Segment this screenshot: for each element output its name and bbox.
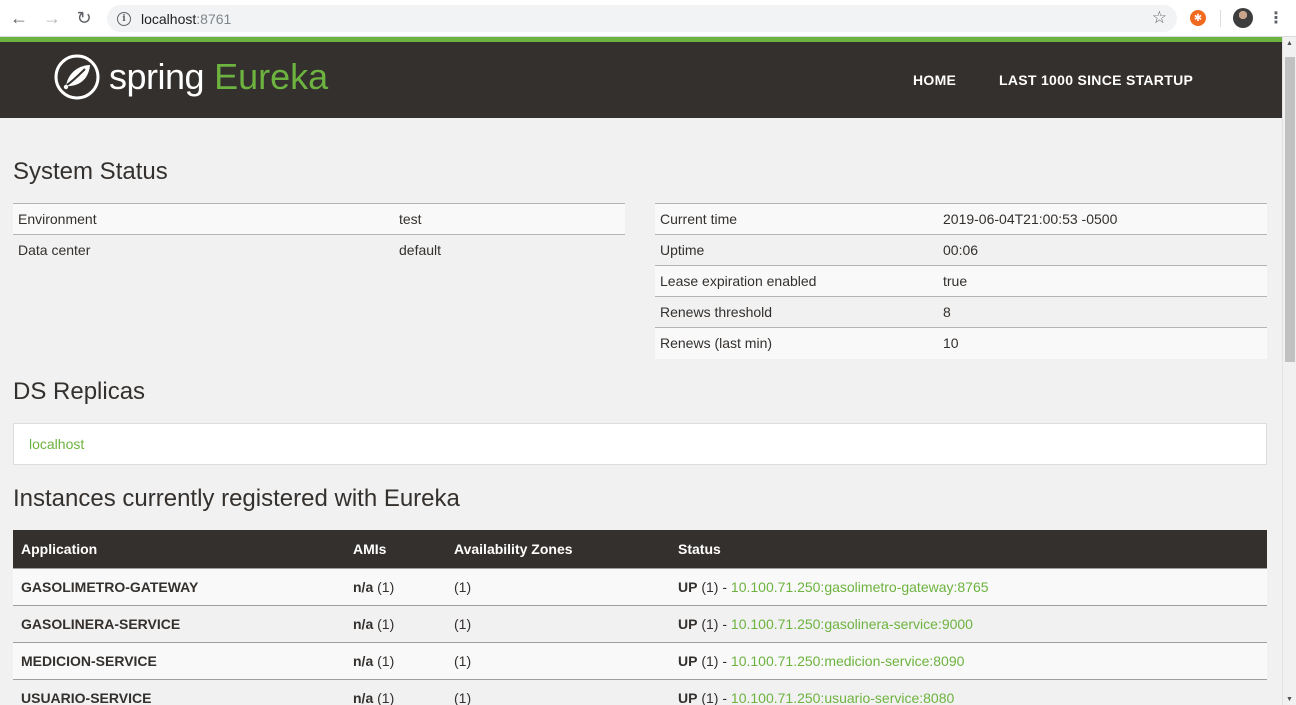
ami-value: n/a — [353, 578, 374, 595]
system-status-right-table: Current time 2019-06-04T21:00:53 -0500 U… — [655, 203, 1267, 359]
status-value: 00:06 — [943, 242, 979, 258]
forward-icon[interactable]: → — [37, 3, 67, 33]
table-row: GASOLIMETRO-GATEWAY n/a (1) (1) UP (1) -… — [13, 568, 1267, 605]
status-count: (1) - — [697, 652, 731, 669]
column-header-application: Application — [21, 540, 98, 557]
ami-cell: n/a (1) — [345, 679, 446, 705]
application-name: MEDICION-SERVICE — [21, 652, 157, 669]
status-row: Lease expiration enabled true — [655, 265, 1267, 297]
status-row: Environment test — [13, 203, 625, 235]
status-row: Data center default — [13, 234, 625, 266]
ami-cell: n/a (1) — [345, 605, 446, 642]
ami-count: (1) — [373, 652, 395, 669]
status-row: Renews threshold 8 — [655, 296, 1267, 328]
instance-link[interactable]: 10.100.71.250:usuario-service:8080 — [731, 690, 954, 705]
zones-cell: (1) — [454, 652, 472, 669]
back-icon[interactable]: ← — [4, 3, 34, 33]
instances-heading: Instances currently registered with Eure… — [13, 485, 460, 512]
status-cell: UP (1) - 10.100.71.250:gasolinera-servic… — [670, 605, 1267, 642]
application-name: GASOLIMETRO-GATEWAY — [21, 578, 199, 595]
profile-avatar[interactable] — [1233, 8, 1253, 28]
status-label: Renews (last min) — [660, 335, 773, 352]
status-up: UP — [678, 652, 698, 669]
info-icon[interactable]: i — [117, 11, 131, 26]
status-row: Renews (last min) 10 — [655, 327, 1267, 359]
zones-cell: (1) — [454, 615, 472, 632]
instance-link[interactable]: 10.100.71.250:gasolimetro-gateway:8765 — [731, 579, 989, 595]
zones-cell: (1) — [454, 689, 472, 705]
url-port: :8761 — [196, 10, 232, 27]
application-name: GASOLINERA-SERVICE — [21, 615, 181, 632]
instances-table: Application AMIs Availability Zones Stat… — [13, 530, 1267, 705]
ami-count: (1) — [373, 615, 395, 632]
status-row: Current time 2019-06-04T21:00:53 -0500 — [655, 203, 1267, 235]
column-header-amis: AMIs — [353, 540, 387, 557]
scroll-thumb[interactable] — [1285, 57, 1295, 362]
status-up: UP — [678, 578, 698, 595]
instance-link[interactable]: 10.100.71.250:gasolinera-service:9000 — [731, 616, 973, 632]
status-value: true — [943, 273, 968, 289]
zones-cell: (1) — [454, 578, 472, 595]
nav-last-1000-link[interactable]: LAST 1000 SINCE STARTUP — [999, 72, 1193, 88]
status-cell: UP (1) - 10.100.71.250:usuario-service:8… — [670, 679, 1267, 705]
column-header-status: Status — [678, 540, 721, 557]
ami-count: (1) — [373, 689, 395, 705]
status-label: Renews threshold — [660, 304, 773, 320]
status-label: Current time — [660, 211, 738, 227]
status-cell: UP (1) - 10.100.71.250:medicion-service:… — [670, 642, 1267, 679]
bookmark-star-icon[interactable]: ☆ — [1152, 8, 1167, 28]
system-status-heading: System Status — [13, 158, 168, 185]
table-row: GASOLINERA-SERVICE n/a (1) (1) UP (1) - … — [13, 605, 1267, 642]
spring-eureka-logo[interactable]: spring Eureka — [54, 54, 328, 100]
browser-menu-icon[interactable]: ⋮ — [1268, 8, 1284, 28]
toolbar-separator — [1220, 10, 1221, 27]
instance-link[interactable]: 10.100.71.250:medicion-service:8090 — [731, 653, 965, 669]
status-value: 8 — [943, 304, 951, 320]
status-count: (1) - — [697, 578, 731, 595]
scroll-down-arrow-icon[interactable]: ▼ — [1286, 696, 1293, 703]
eureka-navbar: spring Eureka HOME LAST 1000 SINCE START… — [0, 42, 1282, 118]
status-label: Lease expiration enabled — [660, 273, 817, 289]
status-value: default — [399, 242, 442, 259]
logo-eureka-text: Eureka — [214, 56, 329, 97]
reload-icon[interactable]: ↻ — [69, 3, 99, 33]
spring-leaf-icon — [54, 54, 100, 100]
instances-header-row: Application AMIs Availability Zones Stat… — [13, 530, 1267, 568]
ds-replicas-heading: DS Replicas — [13, 378, 146, 405]
status-label: Uptime — [660, 242, 705, 258]
status-value: test — [399, 211, 422, 227]
status-row: Uptime 00:06 — [655, 234, 1267, 266]
status-count: (1) - — [697, 689, 731, 705]
replica-link-localhost[interactable]: localhost — [29, 436, 84, 452]
ami-cell: n/a (1) — [345, 642, 446, 679]
page-scrollbar[interactable]: ▲ ▼ — [1282, 37, 1296, 705]
ami-count: (1) — [373, 578, 395, 595]
ami-value: n/a — [353, 615, 374, 632]
scroll-up-arrow-icon[interactable]: ▲ — [1286, 40, 1293, 47]
url-host: localhost — [141, 10, 197, 27]
status-label: Environment — [18, 211, 97, 227]
ds-replicas-list: localhost — [13, 423, 1267, 465]
browser-toolbar: ← → ↻ i localhost:8761 ☆ ✱ ⋮ — [0, 0, 1296, 37]
status-label: Data center — [18, 242, 91, 259]
system-status-left-table: Environment test Data center default — [13, 203, 625, 266]
nav-home-link[interactable]: HOME — [913, 72, 956, 88]
ami-cell: n/a (1) — [345, 568, 446, 605]
status-cell: UP (1) - 10.100.71.250:gasolimetro-gatew… — [670, 568, 1267, 605]
table-row: USUARIO-SERVICE n/a (1) (1) UP (1) - 10.… — [13, 679, 1267, 705]
status-value: 2019-06-04T21:00:53 -0500 — [943, 211, 1118, 227]
status-up: UP — [678, 615, 698, 632]
extension-icon[interactable]: ✱ — [1190, 10, 1206, 26]
column-header-availability-zones: Availability Zones — [454, 540, 573, 557]
address-bar[interactable]: i localhost:8761 ☆ — [107, 5, 1177, 32]
ami-value: n/a — [353, 689, 374, 705]
application-name: USUARIO-SERVICE — [21, 689, 152, 705]
status-value: 10 — [943, 335, 959, 352]
ami-value: n/a — [353, 652, 374, 669]
status-count: (1) - — [697, 615, 731, 632]
logo-spring-text: spring — [109, 56, 205, 97]
status-up: UP — [678, 689, 698, 705]
table-row: MEDICION-SERVICE n/a (1) (1) UP (1) - 10… — [13, 642, 1267, 679]
